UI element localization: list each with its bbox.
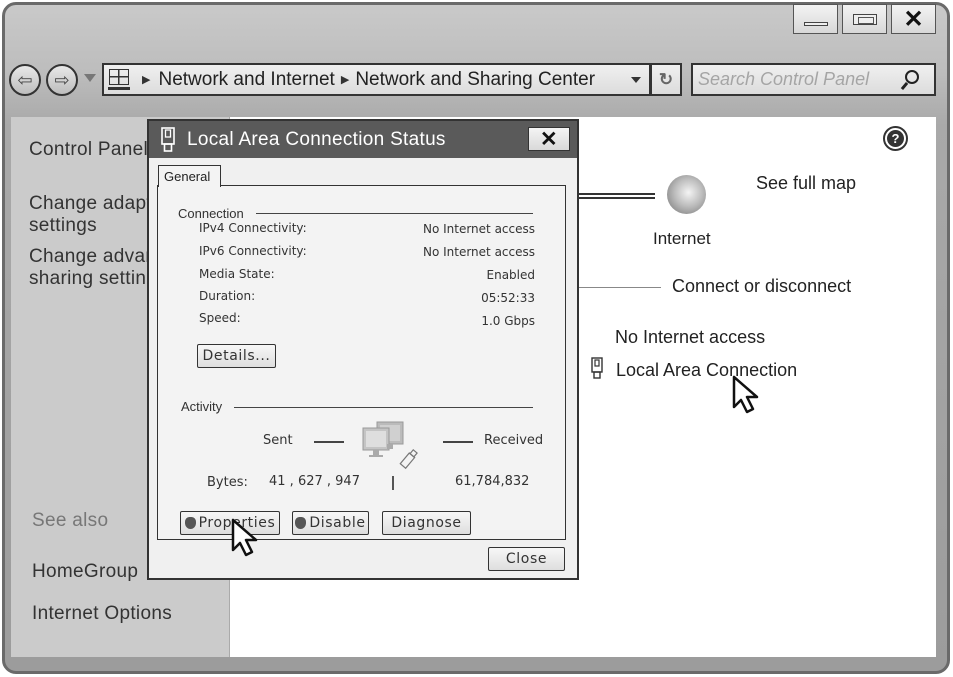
uac-shield-icon [295, 517, 307, 529]
mouse-cursor-icon [231, 518, 258, 557]
control-panel-icon [108, 68, 130, 91]
bytes-sent-value: 41 , 627 , 947 [269, 474, 360, 489]
see-also-heading: See also [32, 510, 109, 531]
breadcrumb-network-and-internet[interactable]: Network and Internet [158, 69, 334, 91]
media-state-label: Media State: [199, 267, 275, 281]
ipv4-connectivity-value: No Internet access [422, 222, 535, 236]
duration-value: 05:52:33 [481, 291, 535, 305]
search-input[interactable] [693, 69, 893, 90]
sidebar-item-control-panel-home[interactable]: Control Panel [29, 139, 148, 161]
sent-label: Sent [263, 433, 293, 448]
diagnose-button[interactable]: Diagnose [382, 511, 471, 535]
sent-activity-line [314, 441, 344, 443]
ipv6-connectivity-label: IPv6 Connectivity: [199, 244, 307, 258]
help-icon: ? [887, 130, 904, 147]
uac-shield-icon [184, 517, 196, 529]
local-area-connection-link[interactable]: Local Area Connection [616, 360, 797, 381]
ipv4-connectivity-label: IPv4 Connectivity: [199, 221, 307, 235]
connection-group-heading: Connection [178, 206, 248, 221]
see-full-map-link[interactable]: See full map [756, 173, 856, 194]
sidebar-item-homegroup[interactable]: HomeGroup [32, 561, 138, 583]
bytes-label: Bytes: [207, 475, 248, 490]
network-map-connection-line [578, 193, 655, 199]
received-label: Received [484, 433, 544, 448]
network-computers-icon [362, 421, 418, 470]
close-icon: ✕ [540, 127, 558, 151]
speed-label: Speed: [199, 311, 241, 325]
dialog-close-button[interactable]: ✕ [528, 127, 570, 151]
maximize-button[interactable] [842, 4, 887, 34]
received-activity-line [443, 441, 473, 443]
disable-button-label: Disable [309, 515, 366, 531]
recent-pages-dropdown[interactable] [84, 74, 96, 82]
dialog-close-action-button[interactable]: Close [488, 547, 565, 571]
bytes-received-value: 61,784,832 [455, 474, 530, 489]
window-close-button[interactable]: ✕ [891, 4, 936, 34]
address-dropdown-icon[interactable] [631, 76, 641, 83]
details-button[interactable]: Details... [197, 344, 276, 368]
refresh-icon: ↻ [658, 69, 674, 89]
breadcrumb-network-and-sharing-center[interactable]: Network and Sharing Center [355, 69, 595, 91]
dialog-title-bar[interactable]: Local Area Connection Status ✕ [149, 121, 577, 158]
maximize-icon [852, 13, 877, 25]
back-button[interactable]: ⇦ [9, 64, 41, 96]
forward-arrow-icon: ⇨ [54, 69, 70, 90]
sidebar-item-internet-options[interactable]: Internet Options [32, 603, 172, 625]
breadcrumb-separator-icon[interactable]: ▶ [341, 73, 349, 86]
section-divider [578, 287, 661, 288]
media-state-value: Enabled [486, 268, 536, 282]
tab-general[interactable]: General [158, 165, 221, 187]
ethernet-connection-icon [591, 357, 603, 379]
help-button[interactable]: ? [883, 126, 908, 151]
forward-button[interactable]: ⇨ [46, 64, 78, 96]
disable-button[interactable]: Disable [292, 511, 369, 535]
activity-group-line [234, 407, 533, 408]
close-icon: ✕ [903, 5, 924, 33]
ipv6-connectivity-value: No Internet access [422, 245, 535, 259]
address-bar[interactable]: ▶ Network and Internet ▶ Network and Sha… [102, 63, 651, 96]
internet-label: Internet [653, 229, 711, 248]
activity-divider [392, 476, 394, 490]
search-icon[interactable] [899, 69, 921, 91]
activity-group-heading: Activity [181, 399, 227, 414]
access-type-value: No Internet access [615, 327, 766, 347]
duration-label: Duration: [199, 289, 256, 303]
connect-or-disconnect-link[interactable]: Connect or disconnect [672, 276, 851, 297]
connection-group-line [256, 213, 533, 214]
internet-globe-icon[interactable] [667, 175, 706, 214]
ethernet-connection-icon [161, 126, 175, 152]
breadcrumb-separator-icon[interactable]: ▶ [142, 73, 150, 86]
refresh-button[interactable]: ↻ [651, 63, 682, 96]
search-box[interactable] [691, 63, 936, 96]
mouse-cursor-icon [732, 375, 759, 414]
dialog-title: Local Area Connection Status [187, 128, 446, 150]
speed-value: 1.0 Gbps [481, 314, 535, 328]
minimize-icon [803, 22, 828, 26]
general-tab-panel: Connection IPv4 Connectivity: No Interne… [157, 185, 566, 540]
minimize-button[interactable] [793, 4, 838, 34]
back-arrow-icon: ⇦ [17, 69, 33, 90]
connection-status-dialog: Local Area Connection Status ✕ General C… [147, 119, 579, 580]
